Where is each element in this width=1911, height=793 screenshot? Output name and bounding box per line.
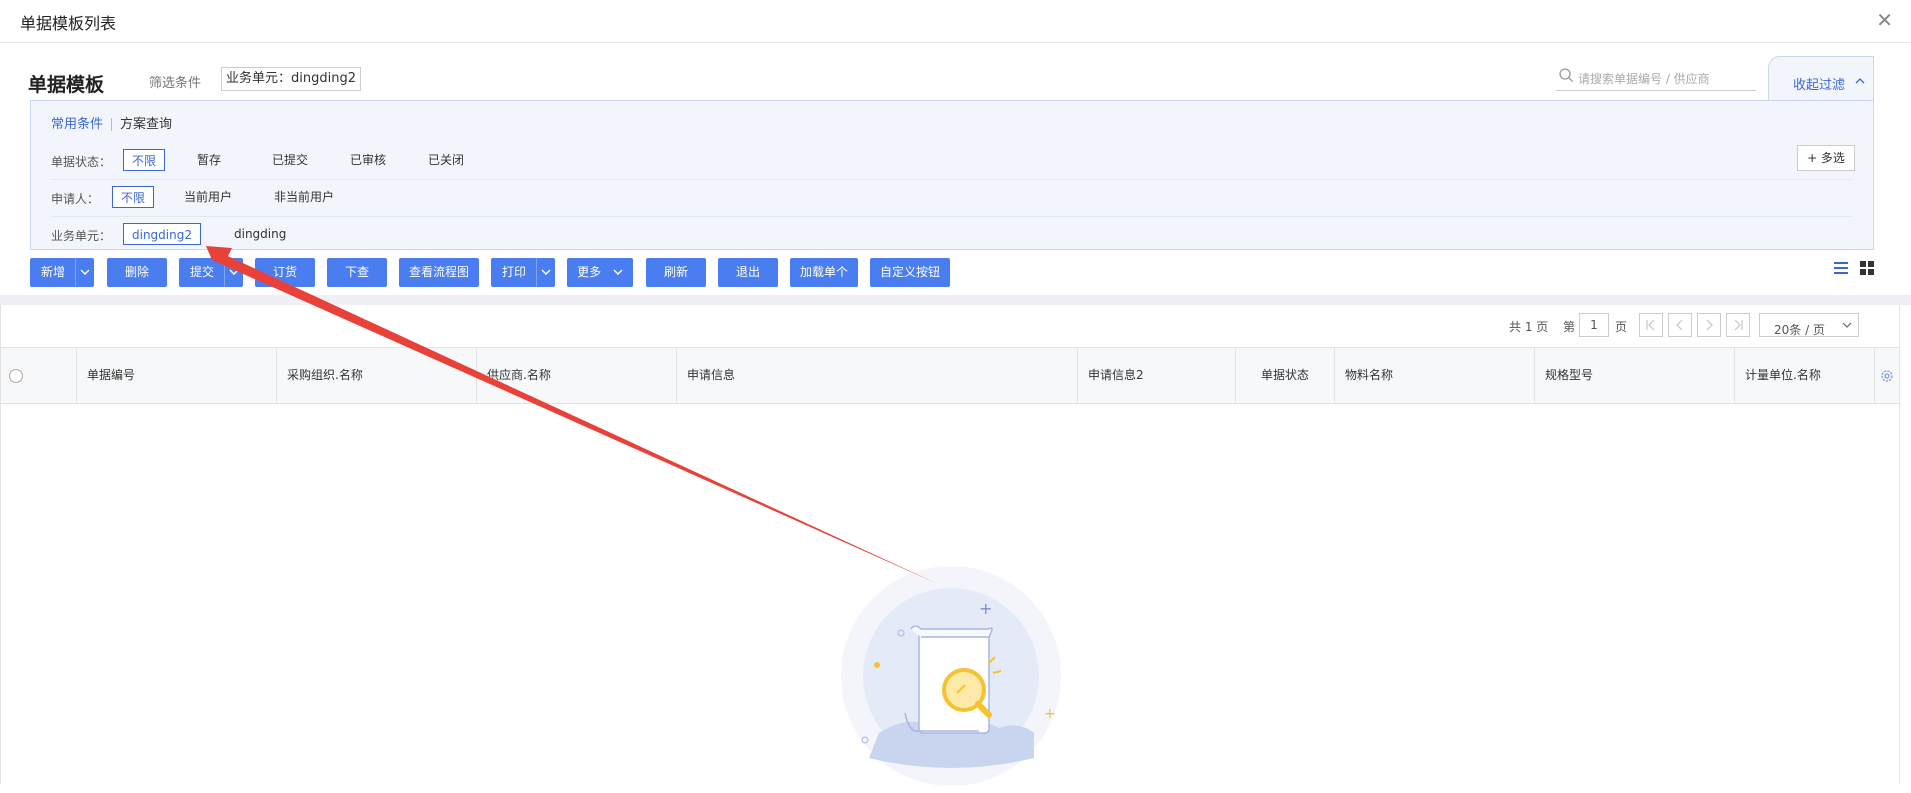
- page-number-input[interactable]: 1: [1579, 313, 1609, 337]
- chevron-up-icon: [1855, 78, 1865, 84]
- filter-row-applicant: 申请人： 不限 当前用户 非当前用户: [51, 180, 1851, 217]
- filter-option[interactable]: 暂存: [189, 149, 229, 171]
- column-header[interactable]: 规格型号: [1534, 348, 1734, 403]
- collapse-filter-label: 收起过滤: [1793, 78, 1846, 93]
- table-header: 单据编号 采购组织.名称 供应商.名称 申请信息 申请信息2 单据状态 物料名称…: [1, 347, 1899, 404]
- submit-button-label: 提交: [189, 265, 214, 279]
- empty-state-illustration: + +: [841, 566, 1061, 786]
- query-down-button[interactable]: 下查: [327, 258, 387, 287]
- list-view-icon[interactable]: [1833, 260, 1849, 276]
- list-header: 单据模板 筛选条件 业务单元：dingding2 请搜索单据编号 / 供应商 收…: [0, 43, 1911, 100]
- custom-button[interactable]: 自定义按钮: [870, 258, 950, 287]
- column-settings-cell: [1874, 348, 1899, 403]
- filter-option[interactable]: dingding: [226, 223, 294, 245]
- filter-label: 业务单元：: [51, 229, 112, 243]
- last-page-icon: [1734, 319, 1743, 331]
- chevron-down-icon[interactable]: [224, 258, 243, 287]
- column-header[interactable]: 采购组织.名称: [276, 348, 476, 403]
- column-header[interactable]: 供应商.名称: [476, 348, 676, 403]
- close-icon[interactable]: ✕: [1876, 8, 1893, 32]
- filter-option-selected[interactable]: dingding2: [123, 223, 201, 245]
- filter-option-selected[interactable]: 不限: [112, 186, 155, 208]
- column-header[interactable]: 单据状态: [1235, 348, 1334, 403]
- tab-divider: [111, 118, 113, 131]
- svg-text:+: +: [979, 599, 992, 618]
- prev-page-button[interactable]: [1668, 313, 1692, 337]
- filter-option[interactable]: 已关闭: [420, 149, 472, 171]
- window-title: 单据模板列表: [20, 14, 117, 33]
- filter-row-business-unit: 业务单元： dingding2 dingding: [51, 217, 1851, 253]
- column-header[interactable]: 单据编号: [76, 348, 276, 403]
- filter-option-selected[interactable]: 不限: [123, 149, 166, 171]
- search-input[interactable]: 请搜索单据编号 / 供应商: [1556, 65, 1756, 91]
- page-title: 单据模板: [28, 74, 105, 96]
- filter-option[interactable]: 当前用户: [176, 186, 240, 208]
- next-page-button[interactable]: [1697, 313, 1721, 337]
- pager-total: 共 1 页: [1509, 320, 1549, 334]
- exit-button[interactable]: 退出: [718, 258, 778, 287]
- last-page-button[interactable]: [1726, 313, 1750, 337]
- column-header[interactable]: 申请信息: [676, 348, 1077, 403]
- column-header[interactable]: 计量单位.名称: [1734, 348, 1874, 403]
- first-page-button[interactable]: [1639, 313, 1663, 337]
- more-button[interactable]: 更多: [567, 258, 633, 287]
- submit-button[interactable]: 提交: [179, 258, 243, 287]
- search-icon: [1559, 68, 1573, 82]
- chevron-down-icon: [613, 269, 623, 275]
- collapse-filter-button[interactable]: 收起过滤: [1768, 56, 1874, 100]
- chevron-down-icon[interactable]: [75, 258, 94, 287]
- view-flowchart-button[interactable]: 查看流程图: [399, 258, 479, 287]
- refresh-button[interactable]: 刷新: [646, 258, 706, 287]
- load-single-button[interactable]: 加载单个: [790, 258, 858, 287]
- tab-common-conditions[interactable]: 常用条件: [51, 117, 103, 132]
- delete-button[interactable]: 删除: [107, 258, 167, 287]
- filter-label: 申请人：: [51, 192, 100, 206]
- add-button-label: 新增: [40, 265, 65, 279]
- filter-row-status: 单据状态： 不限 暂存 已提交 已审核 已关闭: [51, 143, 1851, 180]
- svg-text:+: +: [1044, 706, 1056, 722]
- select-all-radio[interactable]: [9, 369, 23, 383]
- grid-view-icon[interactable]: [1859, 260, 1875, 276]
- multi-select-button[interactable]: + 多选: [1797, 145, 1855, 171]
- pager-prefix: 第: [1563, 320, 1576, 334]
- chevron-down-icon: [1842, 322, 1852, 328]
- filter-caption: 筛选条件: [149, 76, 202, 91]
- window-titlebar: 单据模板列表 ✕: [0, 0, 1911, 43]
- data-grid: 共 1 页 第 1 页 20条 / 页 单据编号 采购组织.名称 供应商.名称 …: [0, 305, 1900, 786]
- page-size-select[interactable]: 20条 / 页: [1759, 313, 1859, 337]
- filter-panel: 常用条件 方案查询 单据状态： 不限 暂存 已提交 已审核 已关闭 + 多选 申请…: [30, 100, 1874, 250]
- chevron-down-icon[interactable]: [536, 258, 555, 287]
- pagination: 共 1 页 第 1 页 20条 / 页: [1509, 313, 1879, 339]
- select-all-cell: [1, 348, 76, 403]
- column-header[interactable]: 申请信息2: [1077, 348, 1235, 403]
- print-button[interactable]: 打印: [491, 258, 555, 287]
- more-button-label: 更多: [577, 265, 602, 279]
- page-size-value: 20条 / 页: [1774, 323, 1825, 337]
- print-button-label: 打印: [501, 265, 526, 279]
- chevron-right-icon: [1706, 319, 1713, 331]
- tab-scheme-query[interactable]: 方案查询: [120, 117, 172, 132]
- filter-option[interactable]: 非当前用户: [266, 186, 342, 208]
- chevron-left-icon: [1676, 319, 1683, 331]
- gear-icon[interactable]: [1879, 368, 1895, 384]
- section-divider: [0, 295, 1911, 305]
- column-header[interactable]: 物料名称: [1334, 348, 1534, 403]
- search-placeholder: 请搜索单据编号 / 供应商: [1578, 72, 1710, 86]
- filter-option[interactable]: 已审核: [342, 149, 394, 171]
- active-filter-tag[interactable]: 业务单元：dingding2: [221, 67, 361, 91]
- add-button[interactable]: 新增: [30, 258, 94, 287]
- filter-label: 单据状态：: [51, 155, 112, 169]
- order-button[interactable]: 订货: [255, 258, 315, 287]
- filter-tabs: 常用条件 方案查询: [51, 113, 172, 132]
- first-page-icon: [1646, 319, 1655, 331]
- filter-option[interactable]: 已提交: [264, 149, 316, 171]
- pager-suffix: 页: [1615, 320, 1628, 334]
